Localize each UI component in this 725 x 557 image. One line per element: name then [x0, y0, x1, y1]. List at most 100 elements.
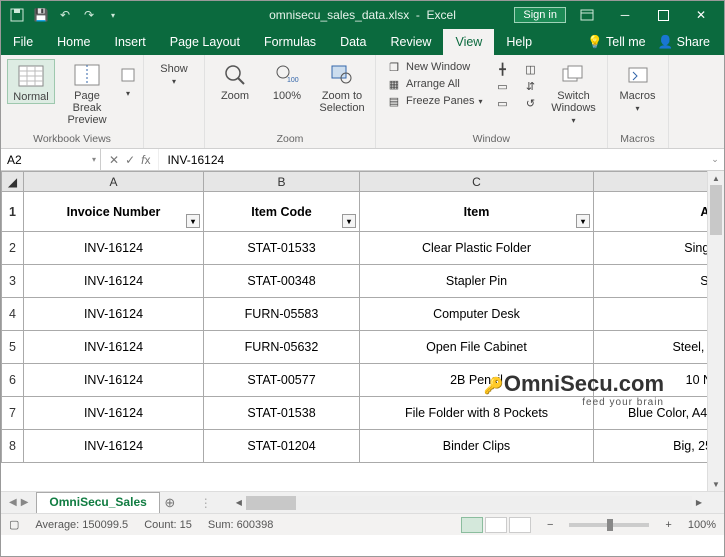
show-button[interactable]: Show ▾: [150, 59, 198, 87]
cell[interactable]: INV-16124: [24, 364, 204, 397]
scroll-left-icon[interactable]: ◀: [232, 498, 246, 507]
cell[interactable]: STAT-01204: [204, 430, 360, 463]
row-header[interactable]: 5: [2, 331, 24, 364]
view-side-by-side-button[interactable]: ◫: [519, 61, 543, 77]
cell[interactable]: FURN-05583: [204, 298, 360, 331]
cell[interactable]: STAT-00577: [204, 364, 360, 397]
cell[interactable]: Ad: [594, 192, 724, 232]
zoom-to-selection-button[interactable]: Zoom to Selection: [315, 59, 369, 114]
cell[interactable]: INV-16124: [24, 298, 204, 331]
scrollbar-thumb[interactable]: [246, 496, 296, 510]
hide-button[interactable]: ▭: [491, 78, 515, 94]
split-button[interactable]: ╋: [491, 61, 515, 77]
zoom-100-button[interactable]: 100 100%: [263, 59, 311, 102]
tab-data[interactable]: Data: [328, 29, 378, 55]
cell[interactable]: FURN-05632: [204, 331, 360, 364]
save-icon[interactable]: 💾: [33, 7, 49, 23]
scroll-right-icon[interactable]: ▶: [692, 498, 706, 507]
tab-page-layout[interactable]: Page Layout: [158, 29, 252, 55]
new-window-button[interactable]: ❐New Window: [382, 59, 487, 75]
col-header-C[interactable]: C: [360, 172, 594, 192]
macros-button[interactable]: Macros▾: [614, 59, 662, 114]
sheet-tab[interactable]: OmniSecu_Sales: [36, 492, 159, 513]
cell[interactable]: 2B Pencil: [360, 364, 594, 397]
enter-formula-icon[interactable]: ✓: [125, 153, 135, 167]
redo-icon[interactable]: ↷: [81, 7, 97, 23]
row-header[interactable]: 8: [2, 430, 24, 463]
row-header[interactable]: 1: [2, 192, 24, 232]
cell[interactable]: Set: [594, 265, 724, 298]
cell[interactable]: Single: [594, 232, 724, 265]
expand-formula-bar-icon[interactable]: ⌄: [706, 149, 724, 170]
reset-window-button[interactable]: ↺: [519, 95, 543, 111]
cell[interactable]: INV-16124: [24, 331, 204, 364]
cell[interactable]: Invoice Number▾: [24, 192, 204, 232]
row-header[interactable]: 4: [2, 298, 24, 331]
cell[interactable]: Binder Clips: [360, 430, 594, 463]
tab-view[interactable]: View: [443, 29, 494, 55]
cell[interactable]: INV-16124: [24, 397, 204, 430]
zoom-slider[interactable]: [569, 523, 649, 527]
row-header[interactable]: 2: [2, 232, 24, 265]
close-button[interactable]: ✕: [684, 1, 718, 29]
autosave-icon[interactable]: [9, 7, 25, 23]
normal-view-button[interactable]: Normal: [7, 59, 55, 104]
tab-file[interactable]: File: [1, 29, 45, 55]
tab-help[interactable]: Help: [494, 29, 544, 55]
sync-scroll-button[interactable]: ⇵: [519, 78, 543, 94]
scroll-up-icon[interactable]: ▲: [708, 171, 724, 185]
col-header-partial[interactable]: [594, 172, 724, 192]
fx-icon[interactable]: fx: [141, 153, 150, 167]
ribbon-options-icon[interactable]: [570, 1, 604, 29]
cell[interactable]: STAT-00348: [204, 265, 360, 298]
tell-me[interactable]: 💡 Tell me: [587, 35, 645, 50]
arrange-all-button[interactable]: ▦Arrange All: [382, 76, 487, 92]
zoom-in-button[interactable]: +: [665, 519, 671, 531]
record-macro-icon[interactable]: ▢: [9, 518, 19, 531]
minimize-button[interactable]: ─: [608, 1, 642, 29]
filter-icon[interactable]: ▾: [342, 214, 356, 228]
normal-view-icon[interactable]: [461, 517, 483, 533]
cell[interactable]: INV-16124: [24, 232, 204, 265]
cancel-formula-icon[interactable]: ✕: [109, 153, 119, 167]
row-header[interactable]: 6: [2, 364, 24, 397]
cell[interactable]: [594, 298, 724, 331]
zoom-button[interactable]: Zoom: [211, 59, 259, 102]
cell[interactable]: Item▾: [360, 192, 594, 232]
formula-input[interactable]: INV-16124: [159, 149, 706, 170]
freeze-panes-button[interactable]: ▤Freeze Panes ▾: [382, 93, 487, 109]
sheet-nav-prev-icon[interactable]: ◀: [9, 497, 17, 508]
col-header-A[interactable]: A: [24, 172, 204, 192]
cell[interactable]: Clear Plastic Folder: [360, 232, 594, 265]
sheet-nav-next-icon[interactable]: ▶: [21, 497, 29, 508]
cell[interactable]: INV-16124: [24, 430, 204, 463]
page-break-view-icon[interactable]: [509, 517, 531, 533]
qat-dropdown-icon[interactable]: ▾: [105, 7, 121, 23]
vertical-scrollbar[interactable]: ▲ ▼: [707, 171, 724, 491]
tab-formulas[interactable]: Formulas: [252, 29, 328, 55]
tab-insert[interactable]: Insert: [103, 29, 158, 55]
scrollbar-thumb[interactable]: [710, 185, 722, 235]
page-layout-view-icon[interactable]: [485, 517, 507, 533]
share-button[interactable]: 👤 Share: [658, 35, 710, 50]
worksheet-grid[interactable]: ◢ A B C 1 Invoice Number▾ Item Code▾ Ite…: [1, 171, 724, 491]
cell[interactable]: Open File Cabinet: [360, 331, 594, 364]
cell[interactable]: STAT-01533: [204, 232, 360, 265]
filter-icon[interactable]: ▾: [576, 214, 590, 228]
new-sheet-button[interactable]: ⊕: [160, 492, 180, 513]
sign-in-button[interactable]: Sign in: [514, 7, 566, 23]
cell[interactable]: STAT-01538: [204, 397, 360, 430]
cell[interactable]: Steel, Bl: [594, 331, 724, 364]
maximize-button[interactable]: [646, 1, 680, 29]
cell[interactable]: Item Code▾: [204, 192, 360, 232]
cell[interactable]: Computer Desk: [360, 298, 594, 331]
filter-icon[interactable]: ▾: [186, 214, 200, 228]
chevron-down-icon[interactable]: ▾: [92, 155, 96, 164]
zoom-out-button[interactable]: −: [547, 519, 553, 531]
select-all-corner[interactable]: ◢: [2, 172, 24, 192]
scroll-down-icon[interactable]: ▼: [708, 477, 724, 491]
page-break-preview-button[interactable]: Page Break Preview: [59, 59, 115, 126]
cell[interactable]: File Folder with 8 Pockets: [360, 397, 594, 430]
cell[interactable]: Big, 25 I: [594, 430, 724, 463]
tab-home[interactable]: Home: [45, 29, 102, 55]
